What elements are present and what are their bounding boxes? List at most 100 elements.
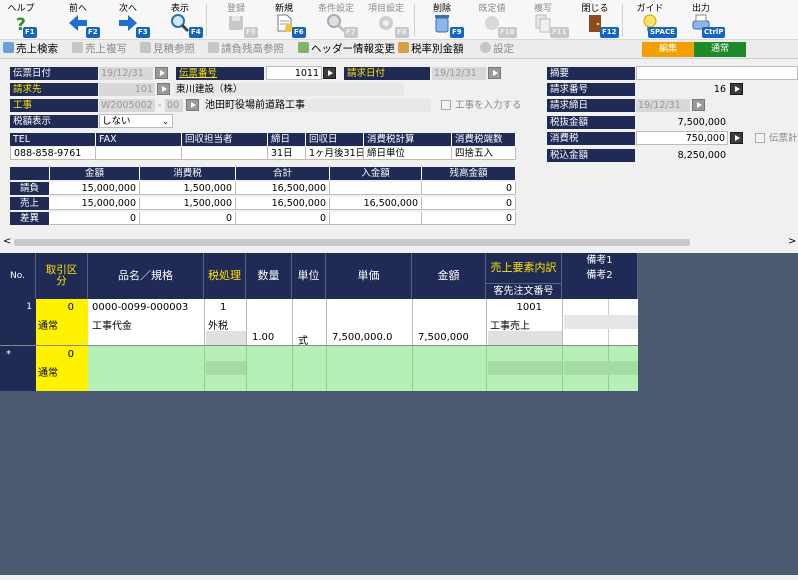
summary-field[interactable] bbox=[636, 66, 798, 80]
bill-date-picker-button[interactable] bbox=[488, 67, 501, 79]
copy-button[interactable]: 複写 F11 bbox=[520, 0, 569, 40]
arrow-right-icon bbox=[119, 15, 137, 31]
horizontal-scrollbar[interactable]: < > bbox=[0, 236, 798, 249]
new-document-icon bbox=[277, 14, 293, 32]
contact-header: 消費税計算 bbox=[364, 133, 452, 146]
amount-value[interactable]: 7,500,000 bbox=[416, 332, 484, 343]
mode-edit-badge[interactable]: 編集 bbox=[642, 42, 694, 57]
tax-label: 消費税 bbox=[547, 132, 635, 145]
bill-close-picker-button[interactable] bbox=[692, 99, 705, 111]
bill-date-field[interactable]: 19/12/31 bbox=[432, 67, 486, 80]
new-button[interactable]: 新規 F6 bbox=[262, 0, 306, 40]
sales-search-button[interactable]: 売上検索 bbox=[3, 41, 58, 58]
contact-tax-rounding: 四捨五入 bbox=[452, 147, 516, 160]
summary-cell: 1,500,000 bbox=[140, 182, 236, 195]
grid-header-unit: 単位 bbox=[292, 253, 326, 299]
tax-lookup-button[interactable] bbox=[730, 132, 743, 144]
toolbar: ヘルプ ? F1 前へ F2 次へ F3 表示 F4 登録 F5 新規 F6 条… bbox=[0, 0, 798, 40]
customer-lookup-button[interactable] bbox=[157, 83, 170, 95]
pretax-value: 7,500,000 bbox=[677, 117, 726, 128]
header-info-change-button[interactable]: ヘッダー情報変更 bbox=[298, 41, 395, 58]
tax-type: 外税 bbox=[208, 321, 228, 332]
project-lookup-button[interactable] bbox=[186, 99, 199, 111]
balance-reference-button[interactable]: 請負残高参照 bbox=[208, 41, 284, 58]
bill-date-label: 請求日付 bbox=[344, 67, 430, 80]
grid-header-price: 単価 bbox=[326, 253, 412, 299]
project-sub-field[interactable]: 00 bbox=[165, 99, 183, 112]
view-button[interactable]: 表示 F4 bbox=[158, 0, 203, 40]
grid-header-note2: 備考2 bbox=[562, 268, 638, 283]
summary-cell: 16,500,000 bbox=[236, 197, 330, 210]
tax-field[interactable]: 750,000 bbox=[636, 131, 728, 145]
close-button[interactable]: 閉じる F12 bbox=[572, 0, 619, 40]
summary-header: 消費税 bbox=[140, 167, 236, 180]
order-no-cell[interactable] bbox=[488, 331, 562, 345]
trash-icon bbox=[435, 15, 449, 33]
scroll-thumb[interactable] bbox=[14, 239, 690, 246]
kind-code: 0 bbox=[67, 302, 74, 313]
order-no-cell[interactable] bbox=[488, 361, 562, 375]
summary-header: 残高金額 bbox=[422, 167, 516, 180]
prev-button[interactable]: 前へ F2 bbox=[56, 0, 100, 40]
sales-copy-button[interactable]: 売上複写 bbox=[72, 41, 127, 58]
delete-button[interactable]: 削除 F9 bbox=[420, 0, 464, 40]
item-code[interactable]: 0000-0099-000003 bbox=[90, 302, 204, 313]
scroll-left-arrow[interactable]: < bbox=[3, 236, 11, 247]
item-name[interactable]: 工事代金 bbox=[90, 317, 204, 332]
customer-code-field[interactable]: 101 bbox=[99, 83, 155, 96]
default-value-button[interactable]: 既定値 F10 bbox=[468, 0, 517, 40]
grid-header-breakdown: 売上要素内訳 bbox=[486, 253, 562, 283]
kind-name: 通常 bbox=[38, 321, 58, 332]
slip-no-field[interactable]: 1011 bbox=[266, 66, 322, 80]
project-label: 工事 bbox=[10, 99, 98, 112]
qty-value[interactable]: 1.00 bbox=[250, 332, 290, 343]
bill-no-lookup-button[interactable] bbox=[730, 83, 743, 95]
bill-no-label: 請求番号 bbox=[547, 83, 635, 96]
condition-settings-button[interactable]: 条件設定 F7 bbox=[312, 0, 360, 40]
project-code-field[interactable]: W2005002 bbox=[99, 99, 155, 112]
slip-no-label: 伝票番号 bbox=[176, 67, 264, 80]
toolbar-separator bbox=[206, 4, 207, 36]
grid-header-amount: 金額 bbox=[412, 253, 486, 299]
item-settings-button[interactable]: 項目設定 F8 bbox=[362, 0, 410, 40]
contact-collector bbox=[182, 147, 268, 160]
col-divider bbox=[412, 299, 413, 346]
bill-close-field[interactable]: 19/12/31 bbox=[636, 99, 690, 112]
help-button[interactable]: ヘルプ ? F1 bbox=[2, 0, 40, 40]
next-button[interactable]: 次へ F3 bbox=[106, 0, 150, 40]
col-divider bbox=[292, 299, 293, 346]
new-row-marker: * bbox=[6, 349, 11, 360]
slip-total-checkbox[interactable] bbox=[755, 133, 765, 143]
output-button[interactable]: 出力 CtrlP bbox=[678, 0, 726, 40]
breakdown-code: 1001 bbox=[516, 302, 542, 313]
summary-cell: 16,500,000 bbox=[330, 197, 422, 210]
summary-cell: 15,000,000 bbox=[50, 182, 140, 195]
settings-button[interactable]: 設定 bbox=[480, 41, 514, 58]
summary-label: 摘要 bbox=[547, 67, 635, 80]
slip-date-field[interactable]: 19/12/31 bbox=[99, 67, 153, 80]
slip-date-picker-button[interactable] bbox=[155, 67, 168, 79]
summary-header bbox=[10, 167, 50, 180]
kind-code: 0 bbox=[67, 349, 74, 360]
guide-button[interactable]: ガイド SPACE bbox=[626, 0, 677, 40]
row-number: 1 bbox=[26, 302, 32, 312]
slip-no-lookup-button[interactable] bbox=[323, 67, 336, 79]
register-button[interactable]: 登録 F5 bbox=[214, 0, 258, 40]
col-divider bbox=[246, 299, 247, 346]
estimate-reference-button[interactable]: 見積参照 bbox=[140, 41, 195, 58]
search-icon bbox=[3, 42, 14, 53]
project-input-checkbox[interactable] bbox=[441, 100, 451, 110]
price-value[interactable]: 7,500,000.0 bbox=[330, 332, 410, 343]
summary-cell: 0 bbox=[140, 212, 236, 225]
col-divider bbox=[204, 346, 205, 391]
tax-rate-amount-button[interactable]: 税率別金額 bbox=[398, 41, 464, 58]
contact-fax bbox=[96, 147, 182, 160]
scroll-right-arrow[interactable]: > bbox=[788, 236, 796, 247]
summary-cell: 15,000,000 bbox=[50, 197, 140, 210]
mode-normal-badge[interactable]: 通常 bbox=[694, 42, 746, 57]
tax-display-select[interactable]: しない ⌄ bbox=[99, 114, 173, 128]
tax-icon bbox=[398, 42, 409, 53]
contact-header: FAX bbox=[96, 133, 182, 146]
grid-header-tax: 税処理 bbox=[204, 253, 246, 299]
summary-cell: 16,500,000 bbox=[236, 182, 330, 195]
